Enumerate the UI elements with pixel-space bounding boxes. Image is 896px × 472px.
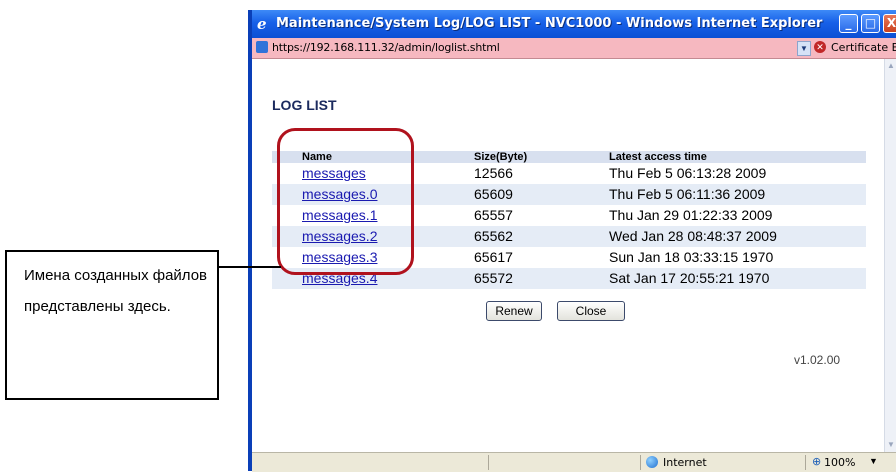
file-size: 65557 — [474, 205, 609, 226]
access-time: Thu Feb 5 06:13:28 2009 — [609, 163, 866, 184]
internet-explorer-icon: e — [257, 15, 267, 33]
chevron-down-icon[interactable]: ▼ — [869, 456, 878, 466]
file-size: 65572 — [474, 268, 609, 289]
status-divider — [805, 455, 806, 470]
title-bar: e Maintenance/System Log/LOG LIST - NVC1… — [252, 10, 896, 39]
close-window-button[interactable]: X — [883, 14, 896, 33]
chevron-down-icon[interactable]: ▼ — [797, 41, 811, 56]
callout-connector — [219, 266, 281, 268]
access-time: Sun Jan 18 03:33:15 1970 — [609, 247, 866, 268]
column-header-size: Size(Byte) — [474, 151, 609, 163]
access-time: Wed Jan 28 08:48:37 2009 — [609, 226, 866, 247]
file-size: 12566 — [474, 163, 609, 184]
file-size: 65609 — [474, 184, 609, 205]
maximize-button[interactable]: □ — [861, 14, 880, 33]
renew-button[interactable]: Renew — [486, 301, 542, 321]
highlight-outline — [277, 128, 414, 275]
access-time: Sat Jan 17 20:55:21 1970 — [609, 268, 866, 289]
access-time: Thu Jan 29 01:22:33 2009 — [609, 205, 866, 226]
file-size: 65617 — [474, 247, 609, 268]
url-text[interactable]: https://192.168.111.32/admin/loglist.sht… — [272, 41, 500, 54]
callout-box: Имена созданных файлов представлены здес… — [5, 250, 219, 400]
scroll-up-icon[interactable]: ▲ — [885, 59, 896, 73]
certificate-error-label[interactable]: Certificate Error — [831, 41, 896, 54]
status-bar: Internet ⊕ 100% ▼ — [252, 452, 896, 472]
page-title: LOG LIST — [272, 97, 337, 113]
zoom-icon[interactable]: ⊕ — [812, 455, 821, 468]
callout-text: Имена созданных файлов представлены здес… — [24, 267, 208, 315]
column-header-time: Latest access time — [609, 151, 866, 163]
status-divider — [640, 455, 641, 470]
version-label: v1.02.00 — [794, 353, 841, 367]
window-title: Maintenance/System Log/LOG LIST - NVC100… — [276, 16, 823, 31]
zoom-level[interactable]: 100% — [824, 456, 855, 469]
address-bar[interactable]: https://192.168.111.32/admin/loglist.sht… — [252, 38, 896, 59]
file-size: 65562 — [474, 226, 609, 247]
access-time: Thu Feb 5 06:11:36 2009 — [609, 184, 866, 205]
certificate-error-icon[interactable]: ✕ — [814, 41, 826, 53]
vertical-scrollbar[interactable]: ▲ ▼ — [884, 59, 896, 452]
page-icon — [256, 41, 268, 53]
status-divider — [488, 455, 489, 470]
close-button[interactable]: Close — [557, 301, 625, 321]
globe-icon — [646, 456, 658, 468]
scroll-down-icon[interactable]: ▼ — [885, 438, 896, 452]
minimize-button[interactable]: _ — [839, 14, 858, 33]
security-zone: Internet — [663, 456, 707, 469]
